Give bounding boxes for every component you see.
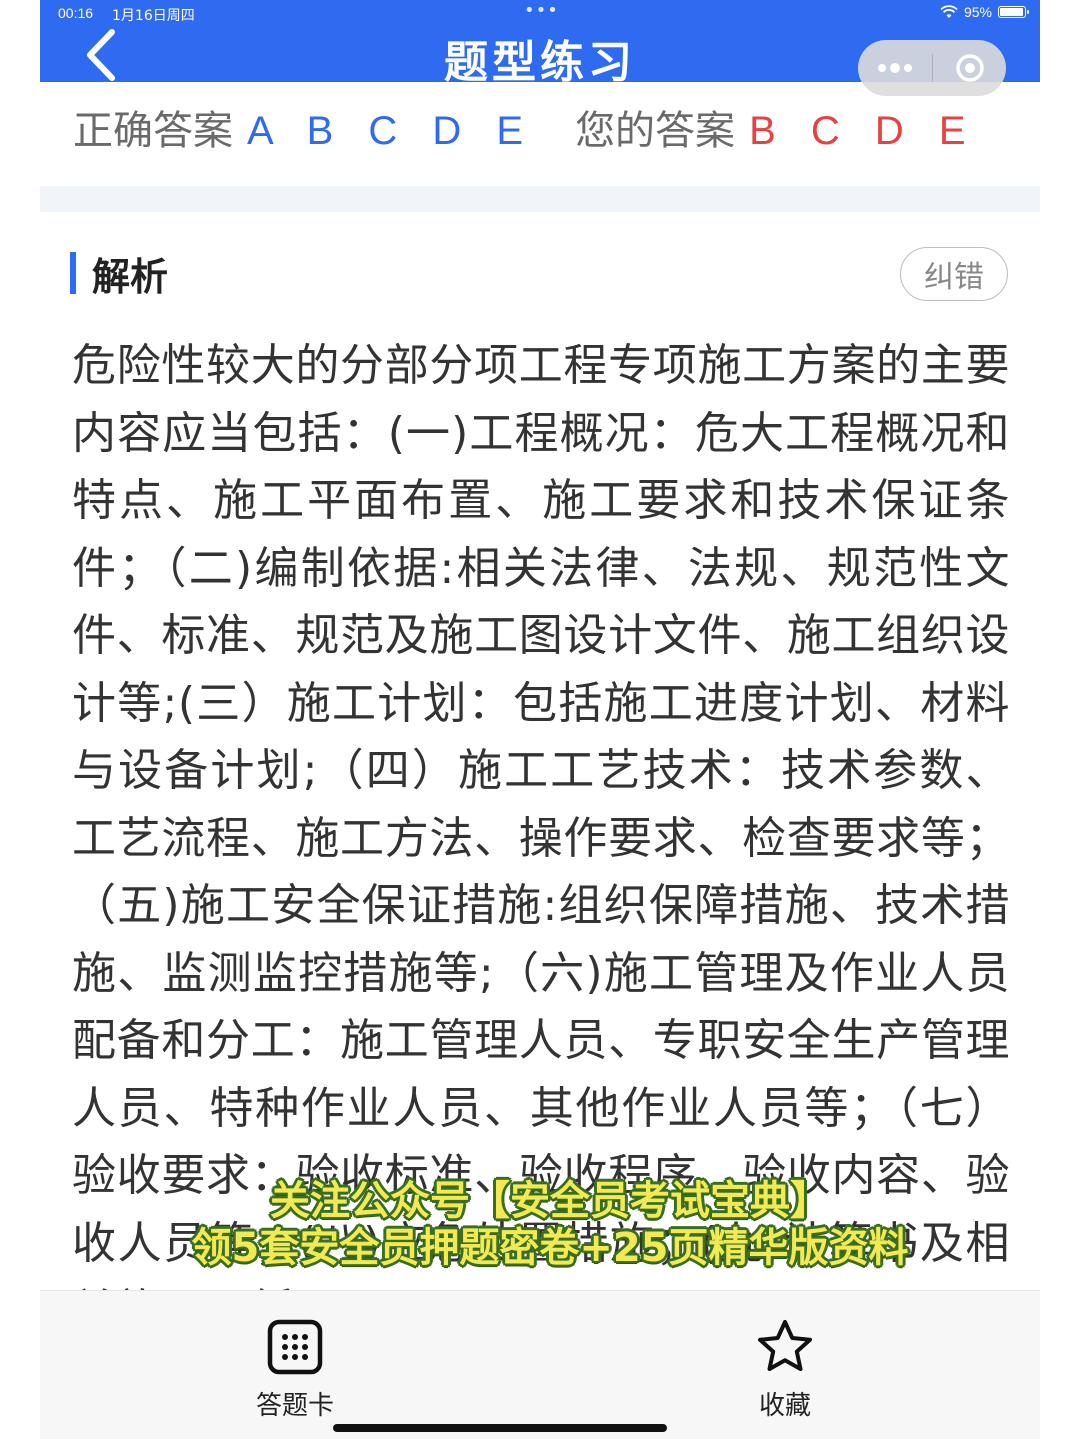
your-answer-value: B C D E <box>749 109 978 153</box>
your-answer-label: 您的答案 <box>575 108 736 154</box>
status-right: 95% <box>940 4 1029 20</box>
answer-sheet-tab[interactable]: 答题卡 <box>215 1313 375 1423</box>
correct-answer-value: A B C D E <box>247 109 536 153</box>
app-frame: 00:16 1月16日周四 ••• 95% 题型练习 正确答案 A B C D … <box>40 0 1040 1439</box>
close-button[interactable] <box>933 40 1006 96</box>
correction-button[interactable]: 纠错 <box>900 247 1008 301</box>
mini-program-capsule <box>858 40 1006 96</box>
battery-icon <box>998 6 1029 18</box>
target-close-icon <box>955 54 984 82</box>
answer-row: 正确答案 A B C D E 您的答案 B C D E <box>73 98 978 156</box>
section-accent-bar <box>70 252 76 294</box>
explanation-text: 危险性较大的分部分项工程专项施工方案的主要内容应当包括：(一)工程概况：危大工程… <box>72 340 1010 1336</box>
status-date: 1月16日周四 <box>112 8 195 24</box>
grid-card-icon <box>267 1319 323 1375</box>
wifi-icon <box>940 5 958 18</box>
battery-percent: 95% <box>963 4 992 20</box>
more-button[interactable] <box>858 40 932 96</box>
bottom-tab-bar: 答题卡 收藏 <box>40 1290 1040 1439</box>
answer-sheet-label: 答题卡 <box>255 1391 334 1421</box>
correct-answer-label: 正确答案 <box>73 108 233 154</box>
favorite-label: 收藏 <box>758 1391 811 1421</box>
multitask-dots[interactable]: ••• <box>524 0 559 21</box>
favorite-tab[interactable]: 收藏 <box>705 1313 865 1423</box>
section-title: 解析 <box>92 255 169 299</box>
more-dots-icon <box>878 63 912 73</box>
status-time: 00:16 <box>58 5 94 21</box>
home-indicator[interactable] <box>333 1424 667 1432</box>
section-divider <box>40 186 1040 212</box>
star-icon <box>758 1320 812 1371</box>
